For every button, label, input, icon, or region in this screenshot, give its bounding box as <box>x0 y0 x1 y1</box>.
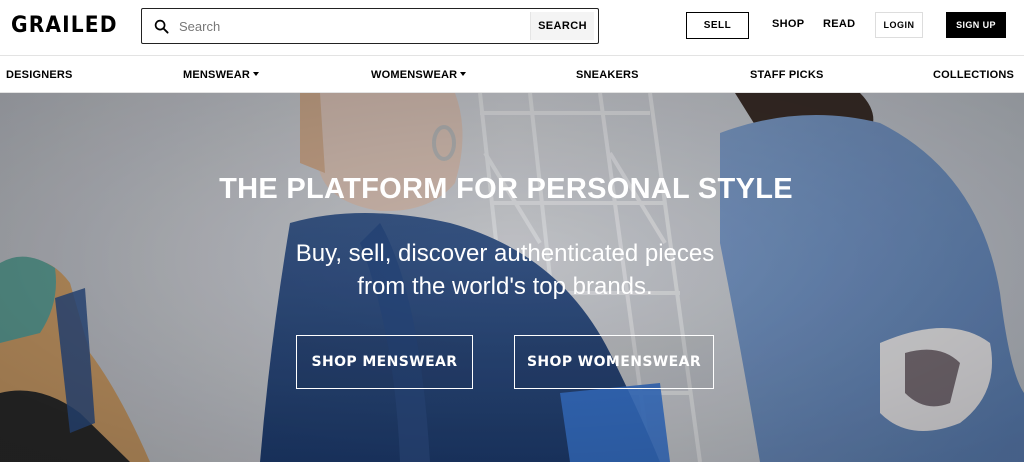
search-input[interactable] <box>179 15 519 37</box>
nav-shop-link[interactable]: SHOP <box>772 18 804 30</box>
category-designers[interactable]: DESIGNERS <box>6 69 73 81</box>
caret-down-icon <box>460 72 467 76</box>
category-label: DESIGNERS <box>6 69 73 81</box>
search-icon <box>154 19 169 34</box>
grailed-logo[interactable]: GRAILED <box>11 13 118 38</box>
category-collections[interactable]: COLLECTIONS <box>933 69 1014 81</box>
hero-banner: THE PLATFORM FOR PERSONAL STYLE Buy, sel… <box>0 93 1024 462</box>
hero-title: THE PLATFORM FOR PERSONAL STYLE <box>219 173 793 205</box>
sell-button[interactable]: SELL <box>686 12 749 39</box>
site-header: GRAILED SEARCH SELL SHOP READ LOGIN SIGN… <box>0 0 1024 54</box>
caret-down-icon <box>253 72 259 76</box>
category-nav: DESIGNERS MENSWEAR WOMENSWEAR SNEAKERS S… <box>0 55 1024 93</box>
search-button[interactable]: SEARCH <box>530 12 594 40</box>
category-womenswear[interactable]: WOMENSWEAR <box>371 69 467 81</box>
category-label: WOMENSWEAR <box>371 69 458 81</box>
shop-womenswear-button[interactable]: SHOP WOMENSWEAR <box>514 335 714 389</box>
category-menswear[interactable]: MENSWEAR <box>183 69 259 81</box>
hero-subtitle: Buy, sell, discover authenticated pieces… <box>0 237 1010 303</box>
category-sneakers[interactable]: SNEAKERS <box>576 69 639 81</box>
shop-menswear-button[interactable]: SHOP MENSWEAR <box>296 335 473 389</box>
category-label: STAFF PICKS <box>750 69 824 81</box>
search-bar: SEARCH <box>141 8 599 44</box>
nav-read-link[interactable]: READ <box>823 18 855 30</box>
signup-button[interactable]: SIGN UP <box>946 12 1006 38</box>
category-staff-picks[interactable]: STAFF PICKS <box>750 69 824 81</box>
hero-subtitle-line-1: Buy, sell, discover authenticated pieces <box>295 240 715 267</box>
category-label: COLLECTIONS <box>933 69 1015 81</box>
category-label: MENSWEAR <box>183 69 250 81</box>
login-button[interactable]: LOGIN <box>875 12 923 38</box>
hero-subtitle-line-2: from the world's top brands. <box>357 273 653 300</box>
category-label: SNEAKERS <box>576 69 639 81</box>
